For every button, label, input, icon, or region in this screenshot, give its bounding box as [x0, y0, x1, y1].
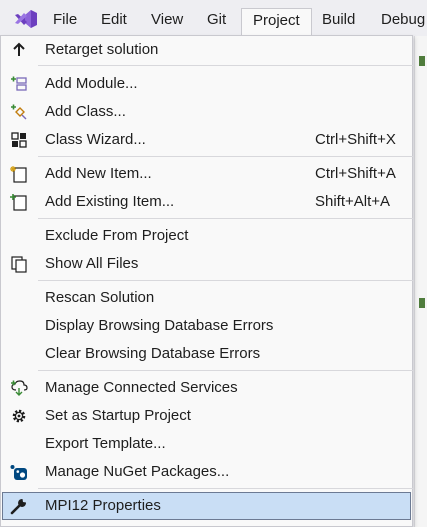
separator [38, 65, 413, 66]
gear-icon [12, 409, 26, 423]
menu-item-properties[interactable]: MPI12 Properties [2, 492, 411, 520]
menu-item-label: Show All Files [45, 255, 139, 272]
visual-studio-logo-icon[interactable] [14, 9, 38, 29]
editor-background-strip [414, 36, 427, 527]
show-all-files-icon [11, 256, 27, 273]
menu-git[interactable]: Git [196, 8, 237, 34]
menu-item-add-new-item[interactable]: Add New Item... Ctrl+Shift+A [2, 160, 411, 188]
add-class-icon [11, 104, 27, 120]
project-menu-dropdown: Retarget solution Add Module... Add Clas… [0, 35, 413, 527]
menu-item-exclude-from-project[interactable]: Exclude From Project [2, 222, 411, 250]
wrench-icon [10, 498, 27, 515]
menu-item-label: Export Template... [45, 435, 166, 452]
menu-debug[interactable]: Debug [370, 8, 427, 34]
menu-build[interactable]: Build [311, 8, 366, 34]
connected-services-icon [11, 380, 28, 396]
change-marker [419, 298, 425, 308]
separator [38, 280, 413, 281]
menu-item-label: Rescan Solution [45, 289, 155, 306]
nuget-icon [10, 465, 27, 480]
separator [38, 218, 413, 219]
menu-project[interactable]: Project [241, 8, 312, 36]
menu-item-label: Add Module... [45, 75, 138, 92]
menu-item-display-browsing-database-errors[interactable]: Display Browsing Database Errors [2, 312, 411, 340]
separator [38, 156, 413, 157]
menu-item-class-wizard[interactable]: Class Wizard... Ctrl+Shift+X [2, 126, 411, 154]
menu-view[interactable]: View [140, 8, 194, 34]
existing-item-icon [10, 194, 27, 211]
menu-item-shortcut: Shift+Alt+A [315, 193, 391, 210]
menu-item-add-module[interactable]: Add Module... [2, 70, 411, 98]
menu-item-label: Add Class... [45, 103, 126, 120]
menu-item-retarget-solution[interactable]: Retarget solution [2, 36, 411, 64]
menu-item-label: Add Existing Item... [45, 193, 175, 210]
menu-item-label: Exclude From Project [45, 227, 189, 244]
menu-item-label: Add New Item... [45, 165, 152, 182]
menu-item-label: MPI12 Properties [45, 497, 161, 514]
arrow-up-icon [13, 42, 25, 56]
menu-item-label: Manage NuGet Packages... [45, 463, 230, 480]
separator [38, 370, 413, 371]
menu-bar: File Edit View Git Project Build Debug [0, 0, 427, 36]
separator [38, 488, 413, 489]
menu-item-label: Manage Connected Services [45, 379, 238, 396]
menu-file[interactable]: File [42, 8, 88, 34]
menu-item-clear-browsing-database-errors[interactable]: Clear Browsing Database Errors [2, 340, 411, 368]
menu-item-manage-connected-services[interactable]: Manage Connected Services [2, 374, 411, 402]
menu-item-label: Display Browsing Database Errors [45, 317, 274, 334]
menu-item-rescan-solution[interactable]: Rescan Solution [2, 284, 411, 312]
new-item-icon [10, 166, 27, 183]
menu-item-add-class[interactable]: Add Class... [2, 98, 411, 126]
menu-item-manage-nuget-packages[interactable]: Manage NuGet Packages... [2, 458, 411, 486]
menu-item-shortcut: Ctrl+Shift+A [315, 165, 396, 182]
menu-item-label: Class Wizard... [45, 131, 146, 148]
menu-edit[interactable]: Edit [90, 8, 138, 34]
menu-item-export-template[interactable]: Export Template... [2, 430, 411, 458]
class-wizard-icon [11, 132, 27, 148]
menu-item-add-existing-item[interactable]: Add Existing Item... Shift+Alt+A [2, 188, 411, 216]
menu-item-shortcut: Ctrl+Shift+X [315, 131, 396, 148]
change-marker [419, 56, 425, 66]
menu-item-label: Retarget solution [45, 41, 159, 58]
menu-item-label: Set as Startup Project [45, 407, 191, 424]
add-module-icon [11, 76, 27, 91]
menu-item-show-all-files[interactable]: Show All Files [2, 250, 411, 278]
menu-item-label: Clear Browsing Database Errors [45, 345, 261, 362]
menu-item-set-as-startup-project[interactable]: Set as Startup Project [2, 402, 411, 430]
